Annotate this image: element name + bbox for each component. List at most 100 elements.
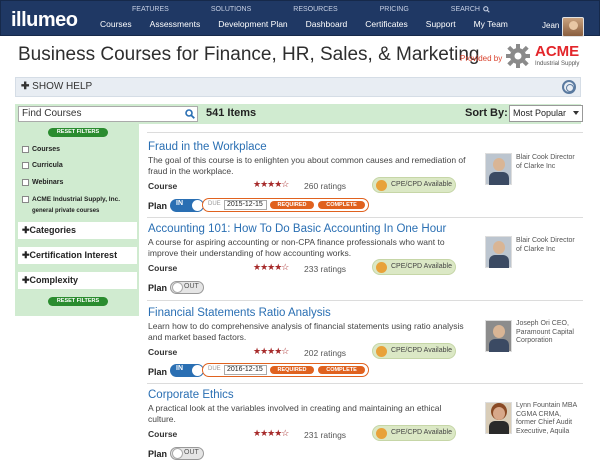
required-button[interactable]: REQUIRED (270, 201, 314, 209)
plan-toggle[interactable]: OUT (170, 447, 204, 460)
nav-item-courses[interactable]: Courses (91, 19, 141, 35)
reset-filters-button[interactable]: RESET FILTERS (48, 128, 108, 137)
nav-item-certificates[interactable]: Certificates (356, 19, 417, 35)
plan-toggle[interactable]: OUT (170, 281, 204, 294)
sort-select[interactable]: Most Popular (509, 105, 583, 122)
nav-item-support[interactable]: Support (417, 19, 465, 35)
user-name[interactable]: Jean (542, 21, 559, 30)
checkbox[interactable] (22, 196, 29, 203)
search-icon (483, 5, 490, 13)
lifebuoy-icon[interactable] (562, 80, 576, 94)
chevron-down-icon (573, 111, 579, 115)
author-photo[interactable] (485, 320, 512, 352)
filter-courses[interactable]: Courses (22, 146, 60, 153)
due-label: DUE (208, 366, 221, 372)
filter-label: Webinars (32, 179, 64, 186)
show-help-toggle[interactable]: ✚ SHOW HELP (21, 81, 92, 92)
author-photo[interactable] (485, 402, 512, 434)
badge-icon (376, 262, 387, 273)
complete-button[interactable]: COMPLETE (318, 201, 365, 209)
accordion-complexity[interactable]: ✚Complexity (18, 272, 137, 289)
filter-curricula[interactable]: Curricula (22, 162, 63, 169)
due-controls: DUE 2016-12-15 REQUIRED COMPLETE (202, 363, 369, 377)
checkbox[interactable] (22, 146, 29, 153)
search-icon[interactable] (185, 109, 195, 119)
utility-link-resources[interactable]: RESOURCES (293, 3, 337, 15)
cpe-badge: CPE/CPD Available (372, 177, 456, 193)
author-info: Lynn Fountain MBA CGMA CRMA, former Chie… (516, 402, 577, 435)
plus-icon: ✚ (21, 81, 30, 92)
plan-toggle[interactable]: IN (170, 364, 204, 377)
plan-toggle-state: IN (176, 365, 183, 372)
utility-link-solutions[interactable]: SOLUTIONS (211, 3, 251, 15)
filter-acme-private[interactable]: ACME Industrial Supply, Inc. (22, 196, 120, 203)
star-rating[interactable]: ★★★★☆ (253, 179, 289, 190)
course-title[interactable]: Fraud in the Workplace (148, 141, 267, 153)
accordion-categories[interactable]: ✚Categories (18, 222, 137, 239)
reset-filters-button[interactable]: RESET FILTERS (48, 297, 108, 306)
plan-label: Plan (148, 449, 168, 459)
search-input[interactable]: Find Courses (18, 106, 198, 122)
page-title: Business Courses for Finance, HR, Sales,… (18, 44, 480, 65)
toggle-knob (172, 282, 183, 293)
checkbox[interactable] (22, 162, 29, 169)
checkbox[interactable] (22, 179, 29, 186)
complete-button[interactable]: COMPLETE (318, 366, 365, 374)
utility-link-features[interactable]: FEATURES (132, 3, 169, 15)
course-description: Learn how to do comprehensive analysis o… (148, 321, 464, 342)
due-date-input[interactable]: 2016-12-15 (224, 365, 267, 375)
filter-label: Courses (32, 146, 61, 153)
course-description: The goal of this course is to enlighten … (148, 155, 466, 176)
course-type: Course (148, 347, 178, 357)
nav-item-development-plan[interactable]: Development Plan (209, 19, 296, 35)
divider (147, 217, 583, 218)
plus-icon: ✚ (22, 225, 30, 235)
utility-link-search[interactable]: SEARCH (451, 3, 490, 15)
plus-icon: ✚ (22, 275, 30, 285)
star-rating[interactable]: ★★★★☆ (253, 346, 289, 357)
required-button[interactable]: REQUIRED (270, 366, 314, 374)
nav-item-assessments[interactable]: Assessments (141, 19, 210, 35)
ratings-count: 202 ratings (304, 348, 347, 358)
nav-item-my-team[interactable]: My Team (465, 19, 517, 35)
author-photo[interactable] (485, 153, 512, 185)
provided-by-label: Provided by (460, 54, 503, 63)
author-info: Blair Cook Director of Clarke Inc (516, 237, 575, 253)
utility-nav: FEATURES SOLUTIONS RESOURCES PRICING SEA… (111, 3, 511, 15)
illumeo-logo[interactable]: illumeo (11, 9, 78, 32)
divider (147, 300, 583, 301)
filter-webinars[interactable]: Webinars (22, 179, 63, 186)
filter-label: Curricula (32, 162, 63, 169)
course-description: A course for aspiring accounting or non-… (148, 237, 445, 258)
plan-toggle[interactable]: IN (170, 199, 204, 212)
show-help-bar[interactable]: ✚ SHOW HELP (15, 77, 581, 97)
accordion-certification-interest[interactable]: ✚Certification Interest (18, 247, 137, 264)
divider (147, 132, 583, 133)
star-rating[interactable]: ★★★★☆ (253, 428, 289, 439)
course-type: Course (148, 429, 178, 439)
gear-icon (506, 44, 530, 68)
utility-link-pricing[interactable]: PRICING (380, 3, 409, 15)
plan-toggle-state: OUT (184, 283, 199, 290)
accordion-label: Certification Interest (29, 250, 118, 260)
accordion-label: Complexity (29, 275, 79, 285)
plan-label: Plan (148, 201, 168, 211)
nav-item-dashboard[interactable]: Dashboard (297, 19, 357, 35)
avatar[interactable] (562, 17, 584, 37)
ratings-count: 233 ratings (304, 264, 347, 274)
due-date-input[interactable]: 2015-12-15 (224, 200, 267, 210)
provider-logo: ACME Industrial Supply (505, 43, 589, 71)
provider-name: ACME (535, 43, 580, 60)
plan-toggle-state: IN (176, 200, 183, 207)
course-title[interactable]: Financial Statements Ratio Analysis (148, 307, 331, 319)
author-info: Blair Cook Director of Clarke Inc (516, 154, 575, 170)
course-title[interactable]: Corporate Ethics (148, 389, 234, 401)
cpe-label: CPE/CPD Available (391, 181, 452, 188)
plan-toggle-state: OUT (184, 449, 199, 456)
plan-label: Plan (148, 367, 168, 377)
course-title[interactable]: Accounting 101: How To Do Basic Accounti… (148, 223, 446, 235)
star-rating[interactable]: ★★★★☆ (253, 262, 289, 273)
cpe-badge: CPE/CPD Available (372, 425, 456, 441)
sort-selected-value: Most Popular (513, 108, 567, 118)
author-photo[interactable] (485, 236, 512, 268)
